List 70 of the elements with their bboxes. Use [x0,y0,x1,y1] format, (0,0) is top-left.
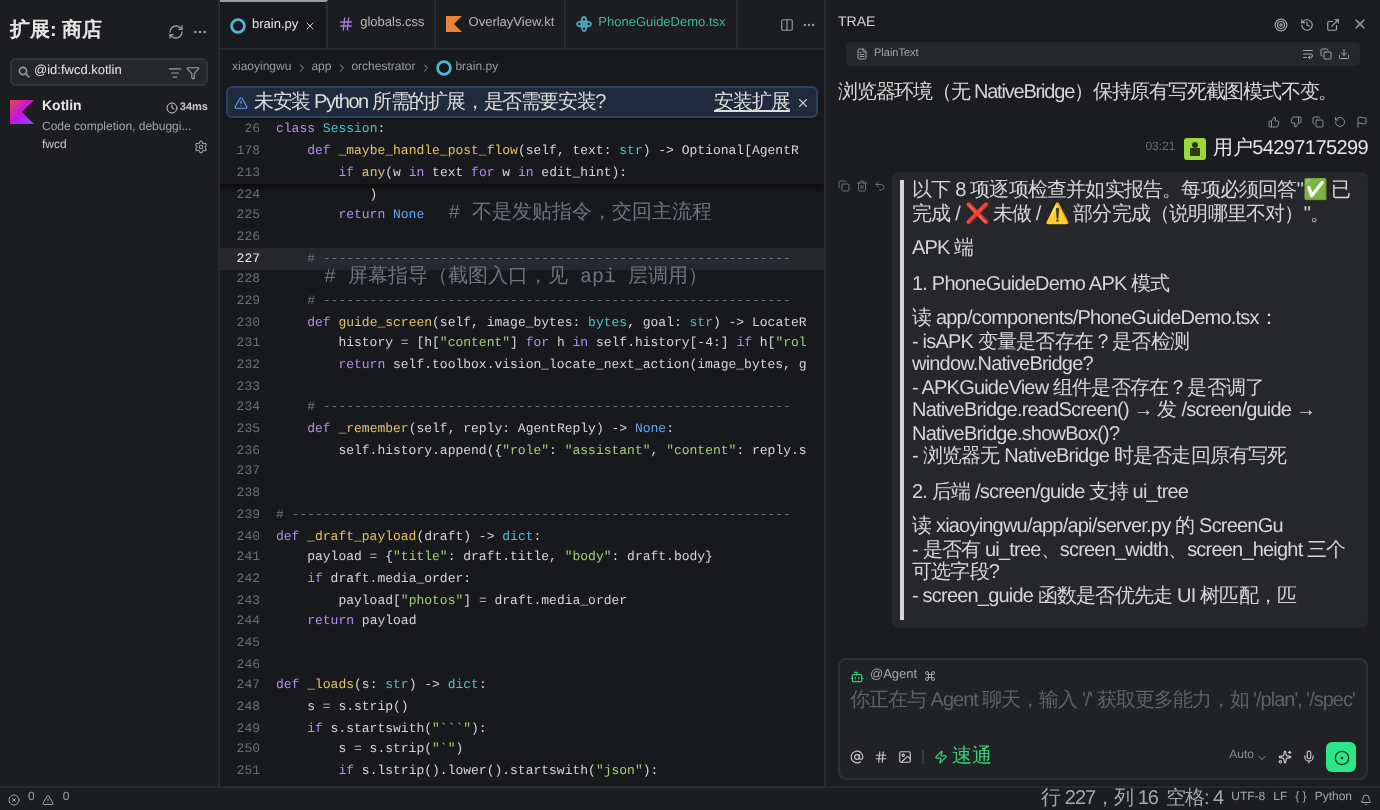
message-line: - APKGuideView 组件是否存在？是否调了 NativeBridge.readScreen() → 发 /screen/guide → NativeBridge.showBox()? [912,377,1318,445]
kotlin-file-icon [446,16,463,32]
split-editor-icon[interactable] [780,17,794,31]
warning-icon [234,95,248,109]
message-line: 读 xiaoyingwu/app/api/server.py 的 ScreenGu [912,516,1283,538]
status-item[interactable]: 行 227，列 16 [1041,789,1158,809]
wrap-icon[interactable] [1302,48,1314,60]
lightning-icon [934,750,948,764]
undo-icon[interactable] [874,180,886,192]
settings-icon[interactable] [194,139,208,153]
chevron-right-icon [295,62,308,74]
chevron-right-icon [335,62,348,74]
message-line: APK 端 [912,238,974,261]
status-item[interactable]: 空格: 4 [1165,789,1224,809]
assistant-message: 浏览器环境（无 NativeBridge）保持原有写死截图模式不变。 [838,79,1340,108]
copy-icon[interactable] [1320,48,1332,60]
agent-icon [850,669,864,684]
hash-icon [338,16,355,32]
message-line: - 浏览器无 NativeBridge 时是否走回原有写死 [912,446,1287,469]
history-icon[interactable] [1300,17,1314,31]
target-icon[interactable] [1274,17,1288,31]
microphone-icon[interactable] [1302,750,1316,764]
thumbs-up-icon[interactable] [1268,116,1280,128]
close-icon[interactable] [1352,16,1368,32]
kotlin-logo-icon [10,100,34,124]
flag-icon[interactable] [1356,116,1368,128]
external-link-icon[interactable] [1326,17,1340,31]
send-button[interactable] [1326,742,1356,772]
mention-icon[interactable] [850,750,864,764]
close-icon[interactable] [796,95,810,109]
hash-icon[interactable] [874,750,888,764]
chevron-right-icon [419,62,432,74]
avatar-icon [1183,138,1206,160]
mode-button[interactable]: 速通 [934,742,992,772]
sidebar-title: 扩展: 商店 [10,16,103,46]
warning-icon [42,793,55,805]
python-file-icon [435,60,452,76]
delete-icon[interactable] [856,180,868,192]
python-file-icon [230,17,246,33]
message-line: 读 app/components/PhoneGuideDemo.tsx： [912,308,1278,331]
message-line: - 是否有 ui_tree、screen_width、screen_height 三个可选字段? [912,539,1348,585]
message-line: 1. PhoneGuideDemo APK 模式 [912,273,1170,296]
sparkle-icon[interactable] [1278,750,1292,764]
clock-icon [165,102,178,115]
bell-icon[interactable] [1360,793,1372,805]
search-icon [18,66,30,78]
record-icon [1333,749,1349,765]
message-line: - isAPK 变量是否存在？是否检测 window.NativeBridge? [912,331,1192,377]
close-icon[interactable] [304,19,317,31]
message-line: 以下 8 项逐项检查并如实报告。每项必须回答"✅ 已完成 / ❌ 未做 / ⚠ 部分完成（说明哪里不对）"。 [912,180,1353,226]
retry-icon[interactable] [1334,116,1346,128]
notification-message: 未安装 Python 所需的扩展，是否需要安装? [254,89,608,117]
error-icon [8,793,20,805]
message-line: - screen_guide 函数是否优先走 UI 树匹配，匹 [912,585,1297,608]
react-file-icon [576,16,593,32]
sort-icon[interactable] [168,65,182,79]
refresh-icon[interactable] [168,23,184,39]
image-icon[interactable] [898,750,912,764]
user-name: 用户54297175299 [1213,135,1368,164]
code-text: # 屏幕指导（截图入口，见 api 层调用） [322,270,709,291]
message-line: 2. 后端 /screen/guide 支持 ui_tree [912,481,1189,504]
copy-icon[interactable] [838,180,850,192]
copy-icon[interactable] [1312,116,1324,128]
file-icon [856,48,868,60]
thumbs-down-icon[interactable] [1290,116,1302,128]
install-link[interactable]: 安装扩展 [714,87,790,117]
download-icon[interactable] [1338,48,1350,60]
chevron-down-icon [1256,751,1268,763]
filter-icon[interactable] [186,65,200,79]
command-icon [923,670,936,683]
